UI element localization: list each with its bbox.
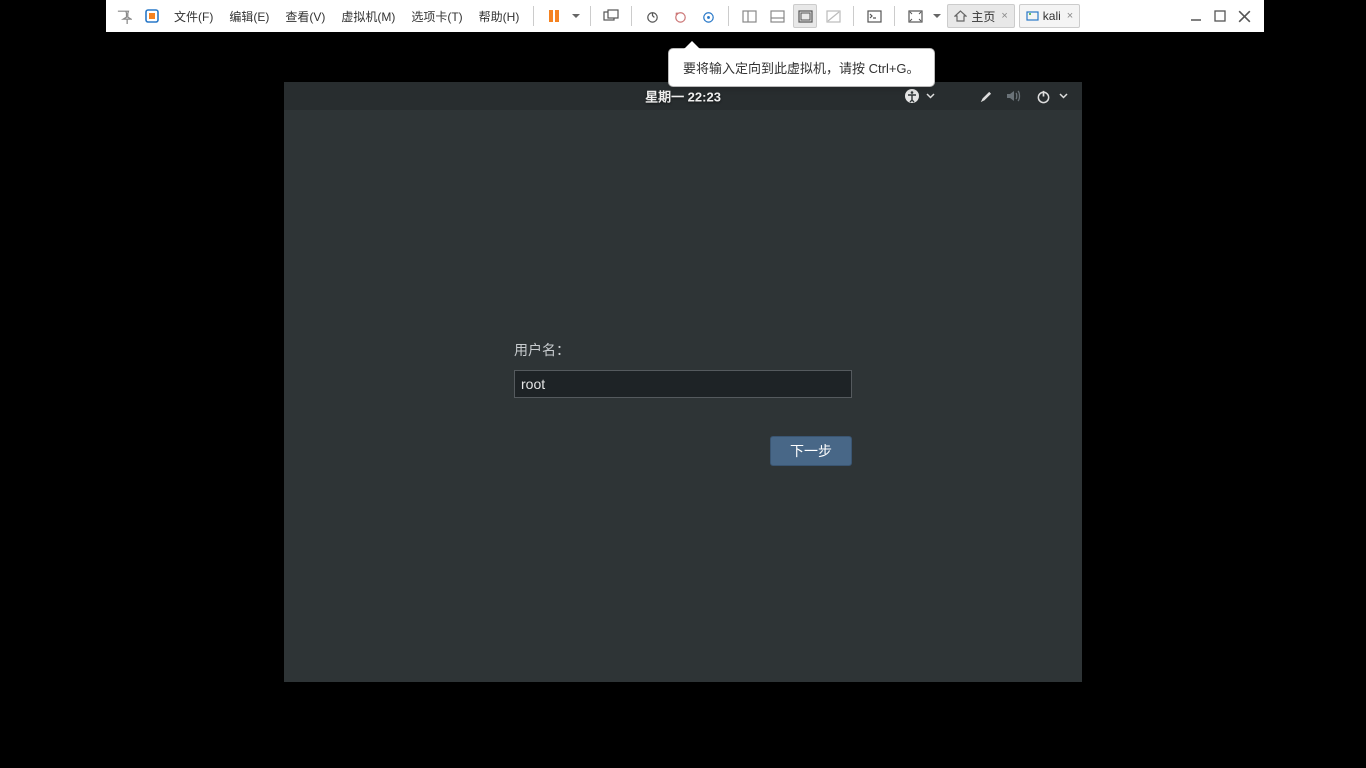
separator: [590, 6, 591, 26]
separator: [533, 6, 534, 26]
dropdown-icon[interactable]: [570, 4, 582, 28]
menu-edit[interactable]: 编辑(E): [221, 2, 277, 30]
username-input[interactable]: [514, 370, 852, 398]
tab-kali[interactable]: kali ×: [1019, 4, 1080, 28]
volume-muted-icon[interactable]: [1006, 89, 1022, 103]
chevron-down-icon[interactable]: [926, 93, 935, 99]
window-controls: [1189, 9, 1260, 24]
next-button[interactable]: 下一步: [770, 436, 852, 466]
menu-vm[interactable]: 虚拟机(M): [333, 2, 403, 30]
view-disabled-icon: [821, 4, 845, 28]
menu-file[interactable]: 文件(F): [166, 2, 221, 30]
close-icon[interactable]: ×: [1001, 10, 1007, 22]
view-unity-icon[interactable]: [793, 4, 817, 28]
separator: [631, 6, 632, 26]
send-ctrl-alt-del-icon[interactable]: [599, 4, 623, 28]
accessibility-icon[interactable]: [904, 88, 920, 104]
brush-icon[interactable]: [977, 89, 992, 104]
power-icon[interactable]: [1036, 89, 1051, 104]
clock-label: 星期一 22:23: [645, 87, 721, 106]
tab-home-label: 主页: [971, 8, 995, 25]
close-icon[interactable]: ×: [1067, 10, 1073, 22]
separator: [853, 6, 854, 26]
console-icon[interactable]: [862, 4, 886, 28]
minimize-button[interactable]: [1189, 9, 1203, 23]
close-button[interactable]: [1237, 9, 1252, 24]
input-redirect-tooltip: 要将输入定向到此虚拟机，请按 Ctrl+G。: [668, 48, 935, 87]
tab-home[interactable]: 主页 ×: [947, 4, 1014, 28]
username-label: 用户名：: [514, 340, 852, 360]
view-single-icon[interactable]: [737, 4, 761, 28]
separator: [728, 6, 729, 26]
maximize-button[interactable]: [1213, 9, 1227, 23]
vmware-logo-icon[interactable]: [140, 4, 164, 28]
status-area[interactable]: [904, 88, 1068, 104]
pin-icon[interactable]: [112, 4, 136, 28]
snapshot-manage-icon[interactable]: [696, 4, 720, 28]
menu-tabs[interactable]: 选项卡(T): [403, 2, 470, 30]
menu-help[interactable]: 帮助(H): [471, 2, 528, 30]
vmware-toolbar: 文件(F) 编辑(E) 查看(V) 虚拟机(M) 选项卡(T) 帮助(H): [106, 0, 1264, 32]
login-form: 用户名： 下一步: [514, 340, 852, 466]
pause-button[interactable]: [542, 4, 566, 28]
dropdown-icon[interactable]: [931, 4, 943, 28]
tab-kali-label: kali: [1043, 9, 1061, 23]
snapshot-revert-icon[interactable]: [668, 4, 692, 28]
chevron-down-icon[interactable]: [1059, 93, 1068, 99]
vm-display[interactable]: 星期一 22:23 用户名： 下一步: [284, 82, 1082, 682]
separator: [894, 6, 895, 26]
menu-view[interactable]: 查看(V): [277, 2, 333, 30]
fullscreen-icon[interactable]: [903, 4, 927, 28]
view-split-icon[interactable]: [765, 4, 789, 28]
snapshot-take-icon[interactable]: [640, 4, 664, 28]
